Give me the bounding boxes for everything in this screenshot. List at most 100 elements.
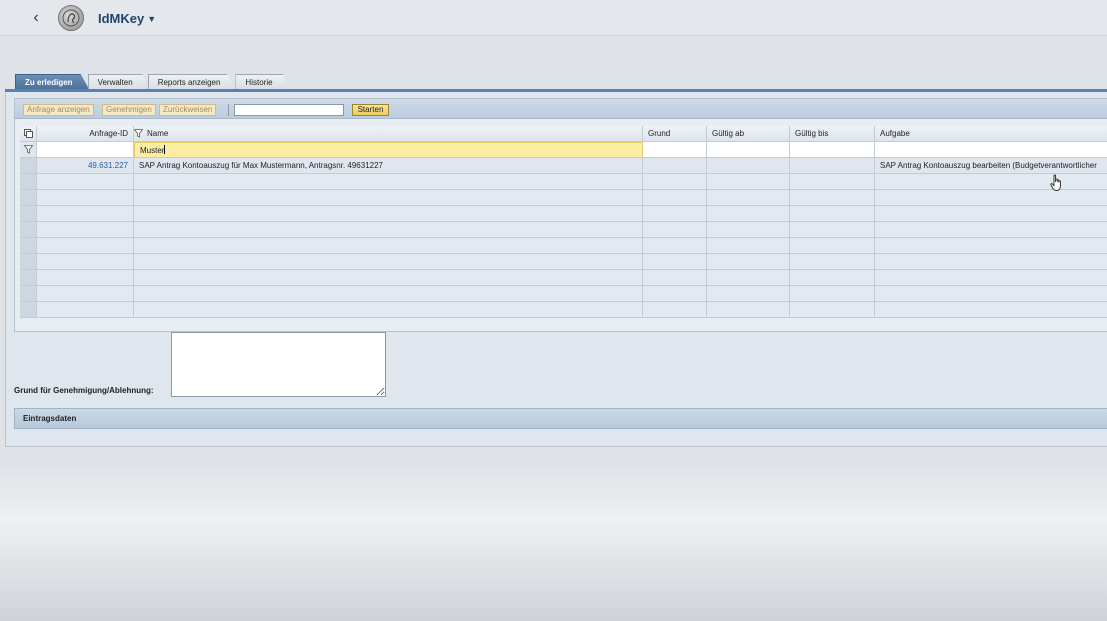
start-button[interactable]: Starten [352, 104, 389, 116]
table-row [20, 270, 1107, 286]
filter-aufgabe-input[interactable] [875, 142, 1107, 158]
reason-label: Grund für Genehmigung/Ablehnung: [14, 386, 154, 395]
row-selector[interactable] [20, 158, 37, 174]
empty-cell [707, 238, 790, 254]
table-row [20, 238, 1107, 254]
empty-cell [37, 206, 134, 222]
empty-cell [643, 302, 707, 318]
empty-cell [790, 190, 875, 206]
empty-cell [790, 302, 875, 318]
approve-button[interactable]: Genehmigen [102, 104, 156, 116]
empty-cell [643, 190, 707, 206]
table-header-row: Anfrage-ID Name Grund Gültig ab Gültig b… [20, 126, 1107, 142]
col-header-id[interactable]: Anfrage-ID [37, 126, 134, 142]
filter-name-input[interactable]: Muster [134, 142, 643, 158]
row-selector[interactable] [20, 302, 37, 318]
row-selector[interactable] [20, 286, 37, 302]
empty-cell [875, 254, 1107, 270]
shell-header: ‹ IdMKey ▼ [0, 0, 1107, 36]
empty-cell [790, 174, 875, 190]
tab-reports-anzeigen[interactable]: Reports anzeigen [147, 74, 238, 90]
chevron-down-icon: ▼ [147, 14, 157, 24]
col-header-grund[interactable]: Grund [643, 126, 707, 142]
tab-zu-erledigen[interactable]: Zu erledigen [15, 74, 90, 90]
tab-verwalten[interactable]: Verwalten [87, 74, 150, 90]
empty-cell [790, 254, 875, 270]
empty-cell [643, 238, 707, 254]
empty-cell [790, 222, 875, 238]
table-container: Anfrage anzeigen Genehmigen Zurückweisen… [14, 98, 1107, 332]
empty-cell [37, 254, 134, 270]
empty-cell [134, 206, 643, 222]
empty-cell [134, 238, 643, 254]
app-title-text: IdMKey [98, 11, 145, 26]
row-selector[interactable] [20, 174, 37, 190]
app-title[interactable]: IdMKey ▼ [98, 11, 156, 26]
empty-cell [707, 206, 790, 222]
filter-gueltig-ab-input[interactable] [707, 142, 790, 158]
empty-cell [790, 270, 875, 286]
empty-cell [707, 254, 790, 270]
empty-cell [643, 286, 707, 302]
show-request-button[interactable]: Anfrage anzeigen [23, 104, 94, 116]
row-selector[interactable] [20, 206, 37, 222]
row-selector[interactable] [20, 270, 37, 286]
col-header-id-label: Anfrage-ID [89, 129, 128, 138]
filter-gueltig-bis-input[interactable] [790, 142, 875, 158]
empty-cell [707, 222, 790, 238]
empty-cell [707, 270, 790, 286]
table-row [20, 302, 1107, 318]
filter-icon[interactable] [134, 129, 143, 138]
filter-id-input[interactable] [37, 142, 134, 158]
empty-cell [37, 286, 134, 302]
row-selector[interactable] [20, 254, 37, 270]
empty-cell [643, 222, 707, 238]
tab-historie[interactable]: Historie [235, 74, 290, 90]
empty-cell [643, 254, 707, 270]
text-caret [164, 145, 166, 154]
filter-name-value: Muster [140, 146, 165, 155]
table-row [20, 286, 1107, 302]
col-header-aufgabe[interactable]: Aufgabe [875, 126, 1107, 142]
main-panel: Anfrage anzeigen Genehmigen Zurückweisen… [5, 92, 1107, 447]
col-header-name[interactable]: Name [134, 126, 643, 142]
table-row[interactable]: 49.631.227 SAP Antrag Kontoauszug für Ma… [20, 158, 1107, 174]
tab-strip: Zu erledigen Verwalten Reports anzeigen … [15, 74, 290, 90]
empty-cell [37, 270, 134, 286]
row-selector[interactable] [20, 222, 37, 238]
reject-button[interactable]: Zurückweisen [159, 104, 217, 116]
empty-cell [134, 270, 643, 286]
table-filter-row: Muster [20, 142, 1107, 158]
request-name: SAP Antrag Kontoauszug für Max Musterman… [134, 158, 643, 174]
empty-cell [875, 222, 1107, 238]
empty-cell [790, 286, 875, 302]
back-icon[interactable]: ‹ [28, 9, 44, 27]
empty-cell [707, 174, 790, 190]
filter-row-icon[interactable] [20, 142, 37, 158]
col-header-gueltig-bis[interactable]: Gültig bis [790, 126, 875, 142]
table-toolbar: Anfrage anzeigen Genehmigen Zurückweisen… [15, 99, 1107, 119]
empty-cell [134, 222, 643, 238]
empty-cell [790, 238, 875, 254]
reason-textarea[interactable] [171, 332, 386, 397]
filter-grund-input[interactable] [643, 142, 707, 158]
row-selector[interactable] [20, 190, 37, 206]
empty-cell [875, 286, 1107, 302]
section-eintragsdaten[interactable]: Eintragsdaten [14, 408, 1107, 429]
request-id-link[interactable]: 49.631.227 [37, 158, 134, 174]
empty-cell [875, 206, 1107, 222]
empty-cell [134, 302, 643, 318]
empty-cell [875, 238, 1107, 254]
empty-cell [643, 270, 707, 286]
request-gueltig-bis [790, 158, 875, 174]
col-header-gueltig-ab[interactable]: Gültig ab [707, 126, 790, 142]
empty-cell [875, 190, 1107, 206]
request-aufgabe: SAP Antrag Kontoauszug bearbeiten (Budge… [875, 158, 1107, 174]
empty-cell [707, 302, 790, 318]
search-input[interactable] [234, 104, 344, 116]
row-selector[interactable] [20, 238, 37, 254]
table-row [20, 222, 1107, 238]
empty-cell [643, 174, 707, 190]
empty-cell [134, 286, 643, 302]
select-all-icon[interactable] [20, 126, 37, 142]
